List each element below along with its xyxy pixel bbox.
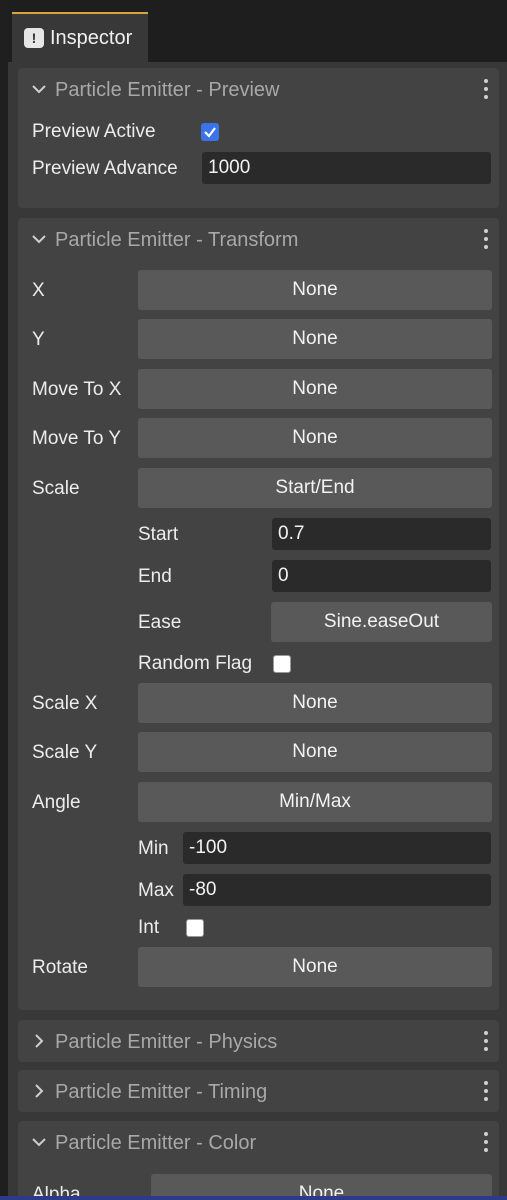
- scale-ease-label: Ease: [138, 612, 182, 633]
- rotate-button[interactable]: None: [138, 947, 492, 987]
- angle-max-input[interactable]: -80: [183, 874, 491, 906]
- scale-end-input[interactable]: 0: [272, 560, 491, 592]
- int-checkbox[interactable]: [186, 919, 204, 937]
- inspector-panel: Particle Emitter - Preview Preview Activ…: [8, 62, 507, 1200]
- chevron-right-icon: [35, 1084, 44, 1098]
- preview-advance-label: Preview Advance: [32, 158, 178, 179]
- scale-start-input[interactable]: 0.7: [272, 518, 491, 550]
- chevron-down-icon: [32, 85, 46, 94]
- section-color: Particle Emitter - Color Alpha None: [18, 1121, 499, 1200]
- kebab-menu-icon[interactable]: [483, 1132, 489, 1152]
- section-preview: Particle Emitter - Preview Preview Activ…: [18, 68, 499, 208]
- section-physics-header[interactable]: Particle Emitter - Physics: [18, 1020, 499, 1062]
- random-flag-label: Random Flag: [138, 653, 253, 674]
- angle-max-label: Max: [138, 880, 174, 901]
- scale-end-label: End: [138, 566, 172, 587]
- move-to-y-label: Move To Y: [32, 428, 122, 449]
- tab-inspector-label: Inspector: [50, 26, 133, 49]
- y-button[interactable]: None: [138, 319, 492, 359]
- chevron-right-icon: [35, 1034, 44, 1048]
- kebab-menu-icon[interactable]: [483, 79, 489, 99]
- section-preview-header[interactable]: Particle Emitter - Preview: [18, 68, 499, 110]
- scale-x-label: Scale X: [32, 693, 98, 714]
- x-button[interactable]: None: [138, 270, 492, 310]
- tab-inspector[interactable]: ! Inspector: [12, 12, 148, 62]
- preview-advance-input[interactable]: 1000: [202, 152, 491, 184]
- move-to-x-button[interactable]: None: [138, 369, 492, 409]
- int-label: Int: [138, 917, 160, 938]
- angle-button[interactable]: Min/Max: [138, 782, 492, 822]
- bottom-edge: [0, 1196, 507, 1200]
- scale-y-button[interactable]: None: [138, 732, 492, 772]
- info-bubble-icon: !: [24, 28, 44, 48]
- section-physics: Particle Emitter - Physics: [18, 1020, 499, 1062]
- section-title: Particle Emitter - Color: [55, 1132, 257, 1154]
- preview-active-checkbox[interactable]: [201, 123, 219, 141]
- move-to-x-label: Move To X: [32, 379, 122, 400]
- kebab-menu-icon[interactable]: [483, 229, 489, 249]
- section-title: Particle Emitter - Timing: [55, 1081, 268, 1103]
- scale-button[interactable]: Start/End: [138, 468, 492, 508]
- angle-min-label: Min: [138, 838, 169, 859]
- section-transform: Particle Emitter - Transform X None Y No…: [18, 218, 499, 1010]
- scale-start-label: Start: [138, 524, 179, 545]
- preview-active-label: Preview Active: [32, 121, 156, 142]
- random-flag-checkbox[interactable]: [273, 655, 291, 673]
- angle-min-input[interactable]: -100: [183, 832, 491, 864]
- chevron-down-icon: [32, 1138, 46, 1147]
- y-label: Y: [32, 329, 45, 350]
- rotate-label: Rotate: [32, 957, 88, 978]
- checkmark-icon: [204, 127, 216, 138]
- scale-label: Scale: [32, 478, 80, 499]
- angle-label: Angle: [32, 792, 81, 813]
- left-edge: [0, 0, 8, 1200]
- section-title: Particle Emitter - Preview: [55, 79, 280, 101]
- tab-bar: ! Inspector: [0, 0, 507, 62]
- section-title: Particle Emitter - Transform: [55, 229, 299, 251]
- kebab-menu-icon[interactable]: [483, 1081, 489, 1101]
- section-transform-header[interactable]: Particle Emitter - Transform: [18, 218, 499, 260]
- move-to-y-button[interactable]: None: [138, 418, 492, 458]
- chevron-down-icon: [32, 235, 46, 244]
- section-timing-header[interactable]: Particle Emitter - Timing: [18, 1070, 499, 1112]
- scale-y-label: Scale Y: [32, 742, 98, 763]
- section-color-header[interactable]: Particle Emitter - Color: [18, 1121, 499, 1163]
- section-title: Particle Emitter - Physics: [55, 1031, 278, 1053]
- section-timing: Particle Emitter - Timing: [18, 1070, 499, 1112]
- kebab-menu-icon[interactable]: [483, 1031, 489, 1051]
- x-label: X: [32, 280, 45, 301]
- scale-ease-button[interactable]: Sine.easeOut: [271, 602, 492, 642]
- scale-x-button[interactable]: None: [138, 683, 492, 723]
